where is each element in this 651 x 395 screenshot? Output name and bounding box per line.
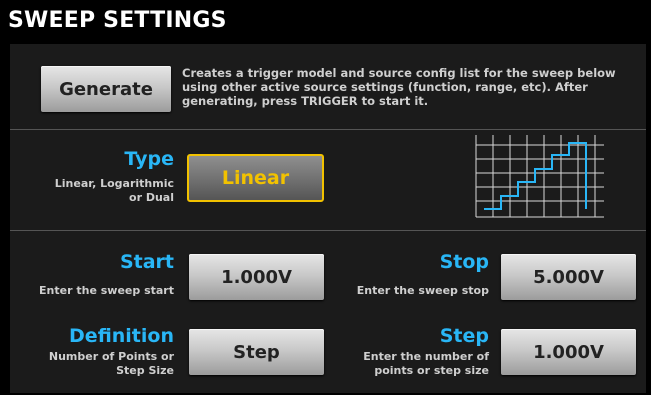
definition-label: Definition bbox=[69, 325, 174, 347]
start-value-button[interactable]: 1.000V bbox=[189, 254, 324, 300]
generate-button[interactable]: Generate bbox=[41, 66, 171, 112]
step-subtitle-line2: points or step size bbox=[374, 364, 489, 377]
definition-value: Step bbox=[233, 341, 280, 363]
staircase-sweep-icon bbox=[475, 135, 604, 218]
stop-value: 5.000V bbox=[533, 266, 604, 288]
divider bbox=[10, 230, 646, 231]
page-title: SWEEP SETTINGS bbox=[8, 8, 227, 33]
type-subtitle-line2: or Dual bbox=[129, 191, 174, 204]
divider bbox=[10, 129, 646, 130]
stop-label: Stop bbox=[439, 251, 489, 273]
type-subtitle-line1: Linear, Logarithmic bbox=[54, 177, 174, 190]
title-bar: SWEEP SETTINGS bbox=[0, 0, 651, 44]
step-subtitle: Enter the number of points or step size bbox=[363, 350, 489, 378]
step-value-button[interactable]: 1.000V bbox=[501, 329, 636, 375]
type-selector-button[interactable]: Linear bbox=[187, 154, 324, 202]
stop-value-button[interactable]: 5.000V bbox=[501, 254, 636, 300]
step-value: 1.000V bbox=[533, 341, 604, 363]
definition-subtitle: Number of Points or Step Size bbox=[49, 350, 174, 378]
step-subtitle-line1: Enter the number of bbox=[363, 350, 489, 363]
start-label: Start bbox=[119, 251, 174, 273]
type-subtitle: Linear, Logarithmic or Dual bbox=[55, 177, 174, 205]
type-value: Linear bbox=[221, 167, 290, 189]
start-value: 1.000V bbox=[221, 266, 292, 288]
definition-subtitle-line2: Step Size bbox=[116, 364, 174, 377]
generate-description: Creates a trigger model and source confi… bbox=[182, 66, 616, 108]
generate-button-label: Generate bbox=[59, 78, 153, 100]
type-label: Type bbox=[124, 148, 174, 170]
step-label: Step bbox=[439, 325, 489, 347]
definition-subtitle-line1: Number of Points or bbox=[48, 350, 174, 363]
start-subtitle: Enter the sweep start bbox=[39, 284, 174, 297]
stop-subtitle: Enter the sweep stop bbox=[356, 284, 489, 297]
definition-value-button[interactable]: Step bbox=[189, 329, 324, 375]
